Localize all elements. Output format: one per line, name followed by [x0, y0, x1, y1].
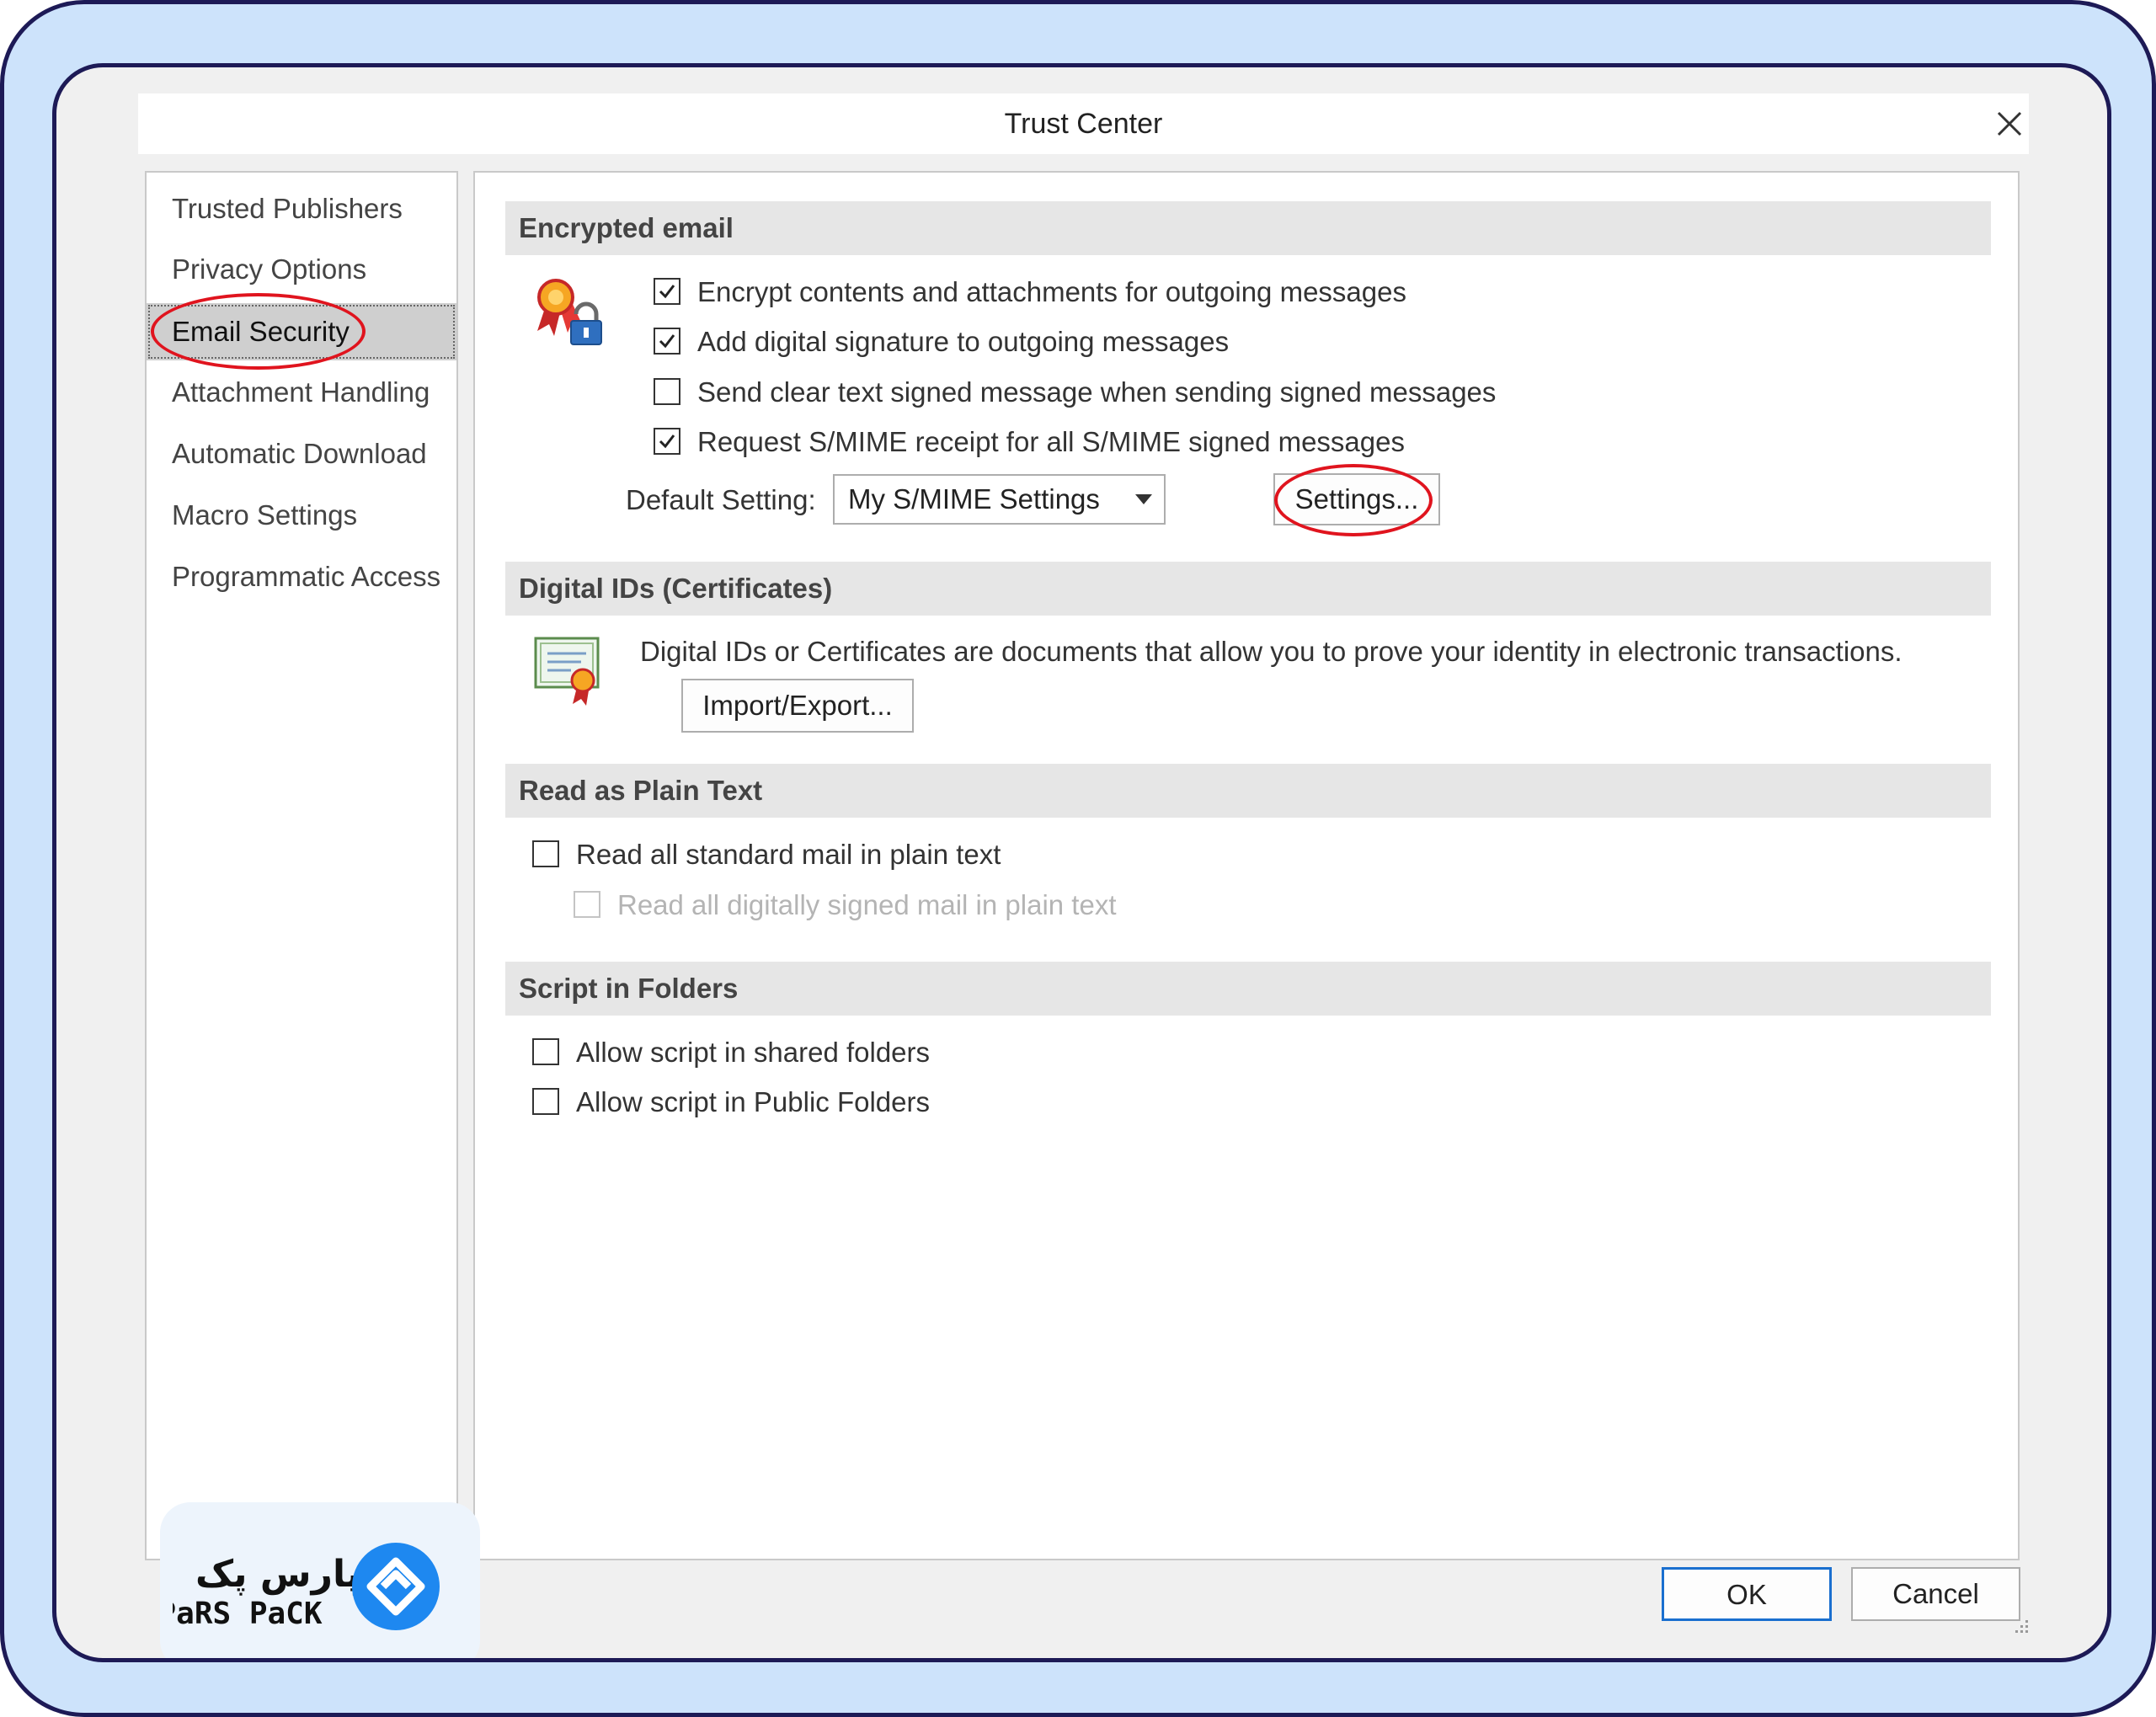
smime-settings-button[interactable]: Settings...	[1273, 473, 1440, 525]
certificate-icon	[534, 637, 600, 706]
add-digital-signature-checkbox[interactable]	[654, 328, 680, 355]
sidebar-item-attachment-handling[interactable]: Attachment Handling	[147, 364, 456, 421]
read-signed-plain-text-label: Read all digitally signed mail in plain …	[617, 889, 1117, 920]
script-shared-folders-checkbox[interactable]	[532, 1038, 559, 1065]
add-digital-signature-label: Add digital signature to outgoing messag…	[697, 326, 1230, 357]
send-clear-text-label: Send clear text signed message when send…	[697, 376, 1497, 408]
category-sidebar: Trusted Publishers Privacy Options Email…	[145, 171, 458, 1560]
read-signed-plain-text-checkbox[interactable]	[574, 891, 600, 918]
request-smime-receipt-checkbox[interactable]	[654, 428, 680, 455]
read-plain-text-checkbox[interactable]	[532, 840, 559, 867]
parspack-logo-card: پارس پک PaRS PaCK	[160, 1502, 480, 1658]
outer-frame: Trust Center Trusted Publishers Privacy …	[0, 0, 2156, 1717]
digital-ids-description: Digital IDs or Certificates are document…	[640, 636, 1903, 667]
close-icon	[1997, 111, 2022, 136]
default-setting-dropdown[interactable]: My S/MIME Settings	[833, 474, 1166, 525]
section-heading-encrypted-email: Encrypted email	[505, 201, 1991, 255]
sidebar-item-trusted-publishers[interactable]: Trusted Publishers	[147, 180, 456, 237]
section-heading-digital-ids: Digital IDs (Certificates)	[505, 562, 1991, 616]
settings-panel: Encrypted email Encrypt contents and att…	[473, 171, 2020, 1560]
script-public-folders-label: Allow script in Public Folders	[576, 1086, 930, 1117]
ok-button[interactable]: OK	[1662, 1567, 1832, 1621]
import-export-button[interactable]: Import/Export...	[681, 679, 914, 733]
encrypt-contents-checkbox[interactable]	[654, 278, 680, 305]
sidebar-item-email-security[interactable]: Email Security	[147, 303, 456, 360]
request-smime-receipt-label: Request S/MIME receipt for all S/MIME si…	[697, 426, 1405, 457]
section-heading-read-as-plain-text: Read as Plain Text	[505, 764, 1991, 818]
sidebar-item-macro-settings[interactable]: Macro Settings	[147, 487, 456, 544]
sidebar-item-privacy-options[interactable]: Privacy Options	[147, 241, 456, 298]
script-public-folders-checkbox[interactable]	[532, 1088, 559, 1115]
default-setting-label: Default Setting:	[626, 484, 816, 515]
send-clear-text-checkbox[interactable]	[654, 378, 680, 405]
close-button[interactable]	[1987, 93, 2029, 154]
read-plain-text-label: Read all standard mail in plain text	[576, 839, 1001, 870]
default-setting-value: My S/MIME Settings	[848, 483, 1100, 515]
dialog-window: Trust Center Trusted Publishers Privacy …	[52, 63, 2111, 1662]
resize-grip-icon[interactable]	[2010, 1615, 2031, 1635]
brand-name-fa: پارس پک	[195, 1553, 360, 1596]
encryption-ribbon-lock-icon	[537, 279, 602, 345]
dropdown-arrow-icon	[1135, 494, 1152, 504]
cancel-button[interactable]: Cancel	[1851, 1567, 2020, 1621]
brand-name-en: PaRS PaCK	[173, 1597, 323, 1631]
encrypt-contents-label: Encrypt contents and attachments for out…	[697, 276, 1406, 307]
dialog-title: Trust Center	[1004, 108, 1163, 140]
section-heading-script-in-folders: Script in Folders	[505, 962, 1991, 1016]
script-shared-folders-label: Allow script in shared folders	[576, 1037, 931, 1068]
parspack-logo-icon: پارس پک PaRS PaCK	[173, 1543, 440, 1631]
sidebar-item-automatic-download[interactable]: Automatic Download	[147, 425, 456, 483]
title-bar: Trust Center	[138, 93, 2029, 154]
sidebar-item-programmatic-access[interactable]: Programmatic Access	[147, 548, 456, 605]
